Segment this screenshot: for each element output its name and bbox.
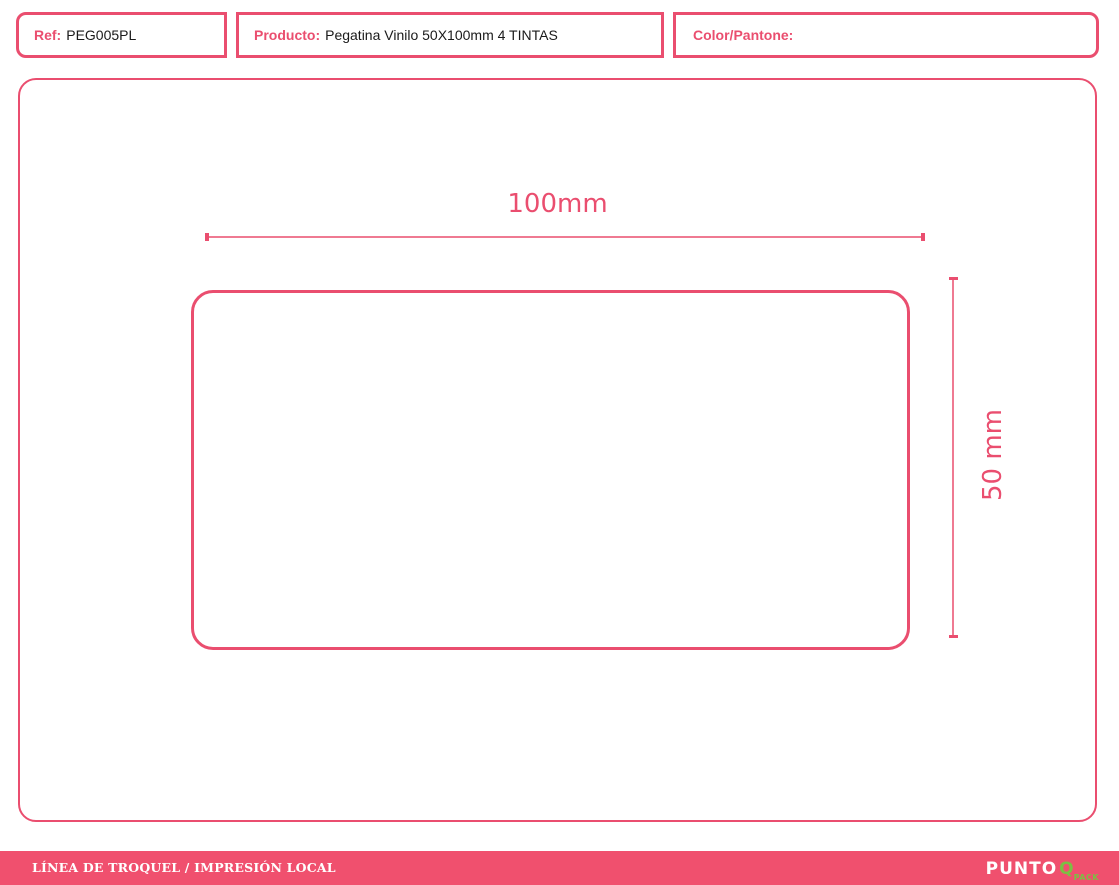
brand-logo-q: Q xyxy=(1059,859,1074,879)
color-pantone-label: Color/Pantone: xyxy=(693,27,794,43)
height-dimension-line xyxy=(949,277,958,638)
sticker-die-cut-outline xyxy=(191,290,910,650)
ref-field: Ref: PEG005PL xyxy=(16,12,227,58)
product-field: Producto: Pegatina Vinilo 50X100mm 4 TIN… xyxy=(236,12,664,58)
brand-logo: PUNTO Q PACK xyxy=(986,855,1099,883)
footer-bar: LÍNEA DE TROQUEL / IMPRESIÓN LOCAL PUNTO… xyxy=(0,851,1119,885)
footer-title: LÍNEA DE TROQUEL / IMPRESIÓN LOCAL xyxy=(32,860,336,875)
product-label: Producto: xyxy=(254,27,321,43)
ref-label: Ref: xyxy=(34,27,62,43)
color-pantone-field: Color/Pantone: xyxy=(673,12,1099,58)
brand-logo-text: PUNTO xyxy=(985,859,1058,879)
brand-logo-pack: PACK xyxy=(1073,873,1099,882)
width-dimension-line xyxy=(205,233,925,241)
ref-value: PEG005PL xyxy=(66,27,137,43)
product-value: Pegatina Vinilo 50X100mm 4 TINTAS xyxy=(325,27,558,43)
height-dimension-text: 50 mm xyxy=(978,408,1008,502)
die-line-area: 100mm 50 mm xyxy=(18,78,1097,822)
